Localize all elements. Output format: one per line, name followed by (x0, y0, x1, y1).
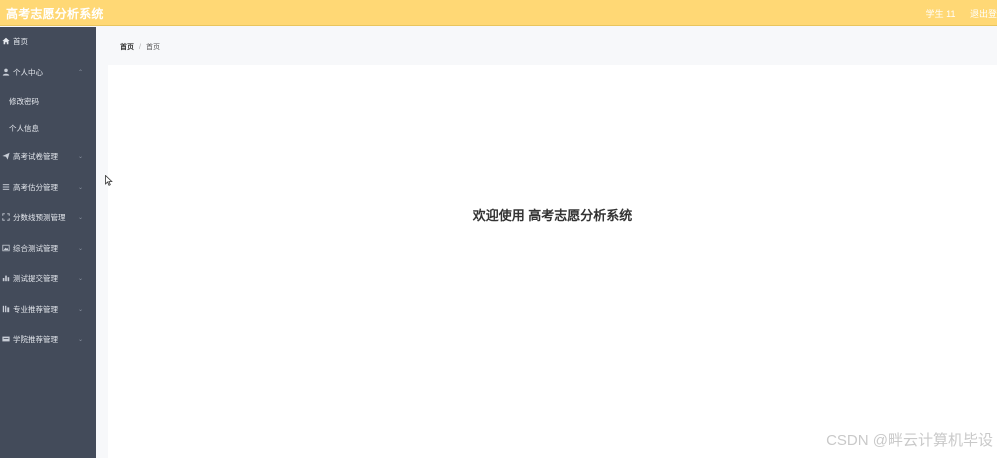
top-bar: 高考志愿分析系统 学生 11 退出登 (0, 0, 997, 26)
sidebar-item-home[interactable]: 首页 (0, 27, 96, 58)
columns-icon (1, 295, 11, 326)
sidebar-item-label: 高考估分管理 (13, 182, 58, 192)
chevron-down-icon: ⌄ (78, 306, 84, 313)
send-icon (1, 142, 11, 173)
sidebar-item-label: 测试提交管理 (13, 274, 58, 283)
home-icon (1, 27, 11, 58)
breadcrumb: 首页 / 首页 (120, 42, 160, 52)
chevron-down-icon: ⌄ (78, 184, 84, 191)
chevron-down-icon: ⌄ (78, 337, 84, 343)
sidebar-item-label: 分数线预测管理 (13, 213, 66, 222)
chevron-down-icon: ⌄ (78, 215, 84, 221)
watermark: CSDN @畔云计算机毕设 (826, 432, 993, 449)
sidebar-item-personal-info[interactable]: 个人信息 (0, 115, 96, 142)
sidebar: 首页 个人中心 ⌃ 修改密码 个人信息 高考试卷管理 ⌄ 高考估分管理 ⌄ 分数… (0, 27, 96, 458)
top-right-actions: 学生 11 退出登 (914, 7, 997, 20)
mouse-cursor-icon (105, 175, 113, 186)
welcome-message: 欢迎使用 高考志愿分析系统 (472, 208, 633, 223)
sidebar-item-label: 综合测试管理 (13, 243, 58, 253)
chevron-up-icon: ⌃ (78, 69, 84, 76)
breadcrumb-separator: / (139, 44, 141, 51)
sidebar-item-label: 高考试卷管理 (13, 152, 58, 161)
chevron-down-icon: ⌄ (78, 276, 84, 282)
image-icon (1, 234, 11, 265)
sidebar-item-comprehensive-test[interactable]: 综合测试管理 ⌄ (0, 234, 96, 265)
sidebar-item-label: 个人中心 (13, 67, 43, 77)
bar-chart-icon (1, 264, 11, 295)
sidebar-item-cutoff-prediction[interactable]: 分数线预测管理 ⌄ (0, 203, 96, 234)
card-icon (1, 325, 11, 356)
sidebar-item-label: 个人信息 (9, 124, 39, 133)
sidebar-item-test-submission[interactable]: 测试提交管理 ⌄ (0, 264, 96, 295)
expand-icon (1, 203, 11, 234)
sidebar-item-change-password[interactable]: 修改密码 (0, 88, 96, 115)
sidebar-item-personal-center[interactable]: 个人中心 ⌃ (0, 58, 96, 89)
list-icon (1, 173, 11, 204)
sidebar-item-score-estimate[interactable]: 高考估分管理 ⌄ (0, 173, 96, 204)
main-content-card: 欢迎使用 高考志愿分析系统 (108, 65, 997, 458)
sidebar-item-exam-papers[interactable]: 高考试卷管理 ⌄ (0, 142, 96, 173)
chevron-down-icon: ⌄ (78, 154, 84, 160)
user-icon (1, 58, 11, 89)
user-label[interactable]: 学生 11 (926, 9, 956, 19)
sidebar-item-college-recommend[interactable]: 学院推荐管理 ⌄ (0, 325, 96, 356)
sidebar-item-label: 专业推荐管理 (13, 304, 58, 314)
breadcrumb-current: 首页 (145, 44, 160, 51)
chevron-down-icon: ⌄ (78, 245, 84, 252)
logout-button[interactable]: 退出登 (970, 9, 997, 19)
sidebar-item-label: 首页 (13, 37, 28, 46)
sidebar-item-label: 学院推荐管理 (13, 335, 58, 344)
app-title: 高考志愿分析系统 (6, 7, 104, 21)
sidebar-item-major-recommend[interactable]: 专业推荐管理 ⌄ (0, 295, 96, 326)
breadcrumb-home[interactable]: 首页 (120, 44, 134, 51)
sidebar-item-label: 修改密码 (9, 97, 39, 106)
